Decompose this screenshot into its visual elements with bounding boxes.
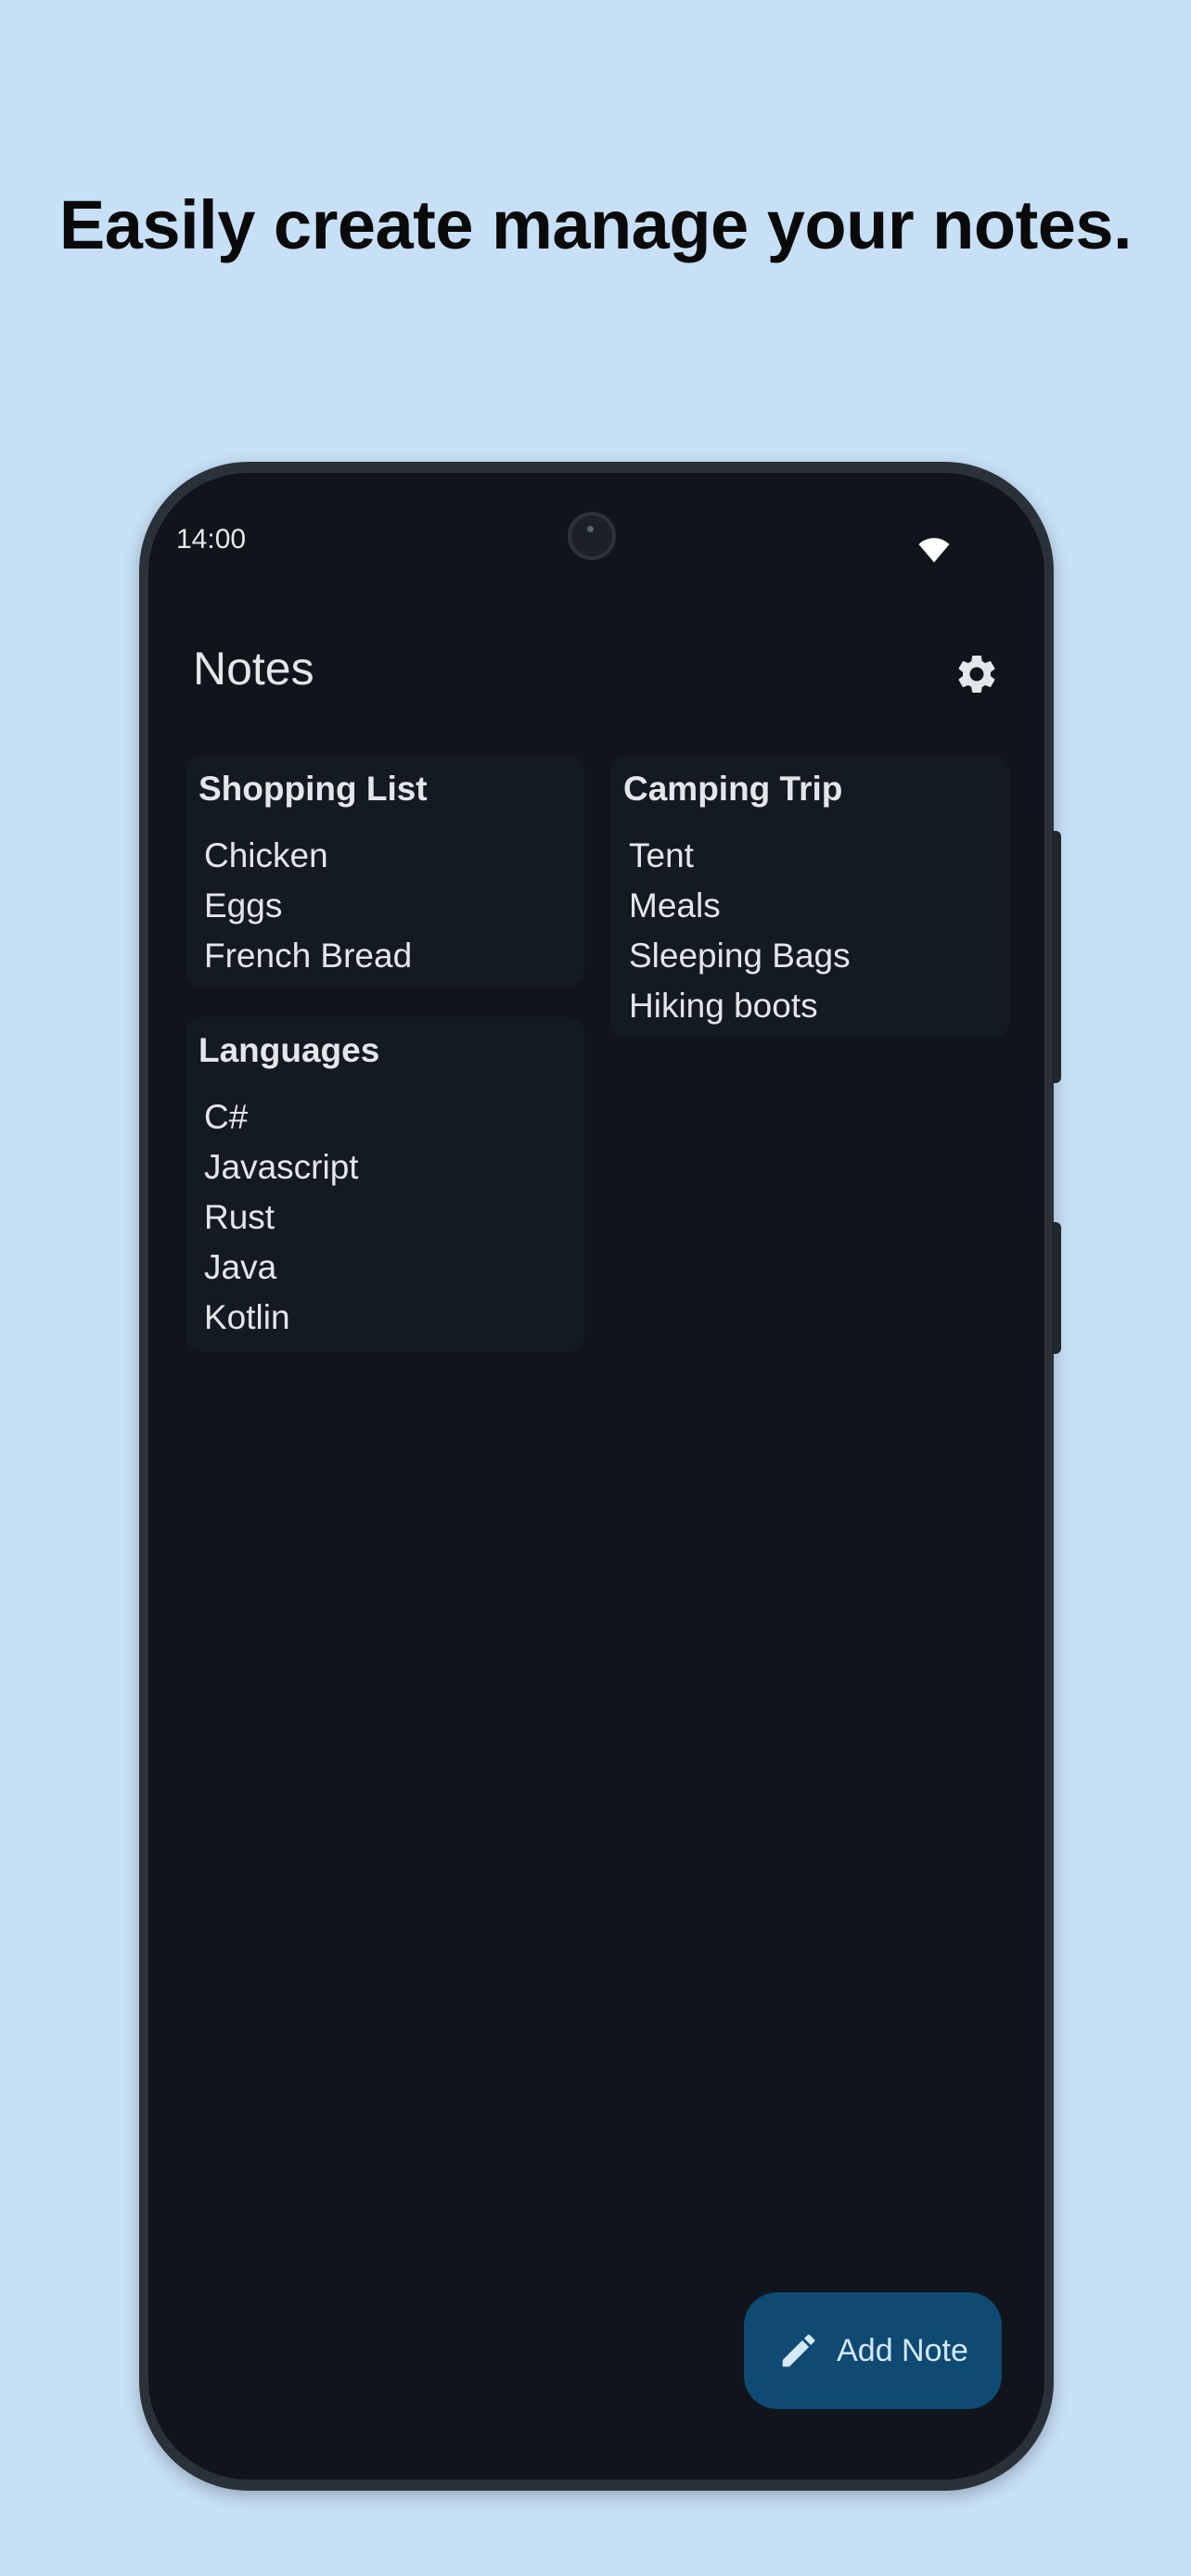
wifi-icon [918,538,950,563]
volume-button [1052,1222,1061,1354]
marketing-headline: Easily create manage your notes. [58,186,1133,263]
note-line: Kotlin [204,1298,290,1336]
note-title: Camping Trip [623,770,843,808]
note-line: Javascript [204,1148,359,1186]
add-note-button[interactable]: Add Note [744,2292,1002,2409]
power-button [1052,831,1061,1083]
note-title: Languages [198,1031,380,1069]
note-card-languages[interactable]: Languages C# Javascript Rust Java Kotlin [186,1016,584,1352]
note-card-shopping-list[interactable]: Shopping List Chicken Eggs French Bread [186,755,584,987]
add-note-label: Add Note [837,2332,968,2368]
note-line: Rust [204,1198,275,1236]
front-camera [568,512,616,560]
note-line: French Bread [204,937,413,975]
pencil-icon [782,2334,815,2367]
note-line: Sleeping Bags [629,937,851,975]
note-line: Hiking boots [629,987,818,1025]
app-title: Notes [193,643,314,695]
note-body: C# Javascript Rust Java Kotlin [204,1092,359,1343]
note-card-camping-trip[interactable]: Camping Trip Tent Meals Sleeping Bags Hi… [610,755,1009,1039]
note-body: Tent Meals Sleeping Bags Hiking boots [629,831,851,1031]
status-time: 14:00 [176,524,247,555]
note-line: Chicken [204,836,328,874]
note-line: Eggs [204,886,283,925]
note-title: Shopping List [198,770,428,808]
note-line: Tent [629,836,694,874]
gear-icon[interactable] [954,651,1000,697]
note-body: Chicken Eggs French Bread [204,831,412,981]
note-line: C# [204,1098,249,1136]
note-line: Meals [629,886,721,925]
note-line: Java [204,1248,277,1286]
